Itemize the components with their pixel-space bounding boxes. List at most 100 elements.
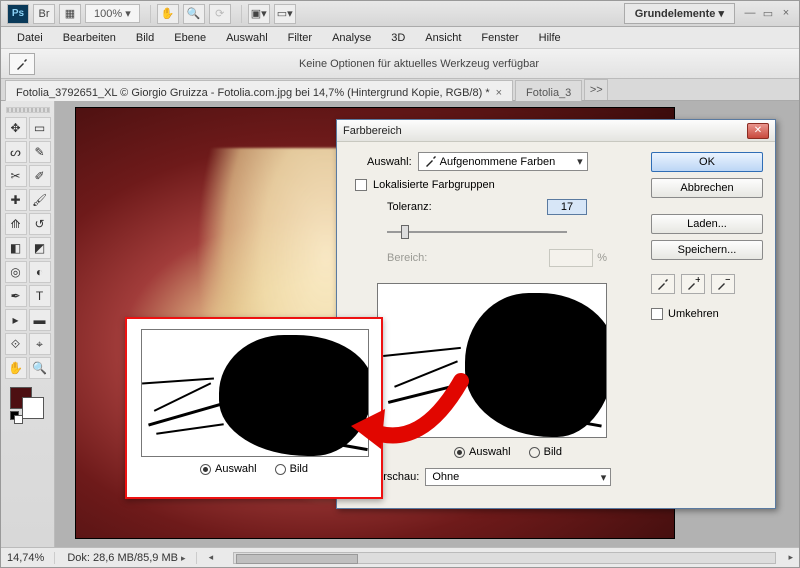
callout-auswahl-radio[interactable]: Auswahl	[200, 463, 257, 475]
menu-filter[interactable]: Filter	[278, 29, 322, 47]
svg-text:+: +	[695, 277, 700, 286]
auswahl-label: Auswahl:	[367, 156, 412, 168]
pen-tool-icon[interactable]: ✒	[5, 285, 27, 307]
lasso-tool-icon[interactable]: ᔕ	[5, 141, 27, 163]
menu-datei[interactable]: Datei	[7, 29, 53, 47]
bereich-unit: %	[597, 252, 607, 264]
eyedropper-sample-icon[interactable]	[651, 274, 675, 294]
bridge-icon[interactable]: Br	[33, 4, 55, 24]
arrange-docs-icon[interactable]: ▣▾	[248, 4, 270, 24]
menu-hilfe[interactable]: Hilfe	[529, 29, 571, 47]
ok-button[interactable]: OK	[651, 152, 763, 172]
brush-tool-icon[interactable]: 🖌	[29, 189, 51, 211]
toleranz-input[interactable]: 17	[547, 199, 587, 215]
menu-bar: Datei Bearbeiten Bild Ebene Auswahl Filt…	[1, 27, 799, 49]
window-minimize-icon[interactable]: —	[743, 7, 757, 20]
crop-tool-icon[interactable]: ✂	[5, 165, 27, 187]
options-bar-message: Keine Optionen für aktuelles Werkzeug ve…	[47, 58, 791, 70]
auswahl-dropdown[interactable]: Aufgenommene Farben	[418, 152, 588, 171]
eraser-tool-icon[interactable]: ◧	[5, 237, 27, 259]
horizontal-scrollbar[interactable]	[233, 552, 776, 564]
scroll-right-icon[interactable]: ▸	[788, 552, 793, 563]
type-tool-icon[interactable]: T	[29, 285, 51, 307]
path-select-tool-icon[interactable]: ▸	[5, 309, 27, 331]
color-range-dialog: Farbbereich ✕ Auswahl: Aufgenommene Farb…	[336, 119, 776, 509]
cancel-button[interactable]: Abbrechen	[651, 178, 763, 198]
menu-bearbeiten[interactable]: Bearbeiten	[53, 29, 126, 47]
vorschau-dropdown[interactable]: Ohne	[425, 468, 611, 486]
dialog-close-button[interactable]: ✕	[747, 123, 769, 139]
toolbox: ✥ ▭ ᔕ ✎ ✂ ✐ ✚ 🖌 ⟰ ↺ ◧ ◩ ◎ ◐ ✒ T ▸ ▬ ⟐ ⌖ …	[1, 101, 55, 547]
status-zoom[interactable]: 14,74%	[7, 552, 55, 564]
dialog-title-bar[interactable]: Farbbereich ✕	[337, 120, 775, 142]
window-maximize-icon[interactable]: ▭	[761, 7, 775, 20]
toleranz-label: Toleranz:	[387, 201, 432, 213]
document-tab-label: Fotolia_3792651_XL © Giorgio Gruizza - F…	[16, 87, 490, 99]
preview-mode-auswahl-radio[interactable]: Auswahl	[454, 446, 511, 458]
zoom-level-dropdown[interactable]: 100% ▾	[85, 4, 140, 23]
rotate-view-icon[interactable]: ⟳	[209, 4, 231, 24]
hand-tool-icon[interactable]: ✋	[5, 357, 27, 379]
title-bar: Ps Br ▦ 100% ▾ ✋ 🔍 ⟳ ▣▾ ▭▾ Grundelemente…	[1, 1, 799, 27]
dodge-tool-icon[interactable]: ◐	[29, 261, 51, 283]
menu-ansicht[interactable]: Ansicht	[415, 29, 471, 47]
menu-bild[interactable]: Bild	[126, 29, 164, 47]
menu-analyse[interactable]: Analyse	[322, 29, 381, 47]
3d-camera-tool-icon[interactable]: ⌖	[29, 333, 51, 355]
localized-colors-checkbox[interactable]	[355, 179, 367, 191]
blur-tool-icon[interactable]: ◎	[5, 261, 27, 283]
marquee-tool-icon[interactable]: ▭	[29, 117, 51, 139]
eyedropper-tool-icon[interactable]: ✐	[29, 165, 51, 187]
screen-mode-icon[interactable]: ▭▾	[274, 4, 296, 24]
bereich-input	[549, 249, 593, 267]
bereich-label: Bereich:	[387, 252, 427, 264]
selection-preview[interactable]	[377, 283, 607, 438]
default-colors-icon[interactable]	[10, 411, 20, 421]
history-brush-tool-icon[interactable]: ↺	[29, 213, 51, 235]
hand-tool-icon[interactable]: ✋	[157, 4, 179, 24]
gradient-tool-icon[interactable]: ◩	[29, 237, 51, 259]
minibridge-icon[interactable]: ▦	[59, 4, 81, 24]
current-tool-icon[interactable]	[9, 53, 35, 75]
zoom-tool-icon[interactable]: 🔍	[29, 357, 51, 379]
eyedropper-subtract-icon[interactable]: −	[711, 274, 735, 294]
dialog-title: Farbbereich	[343, 125, 747, 137]
invert-label: Umkehren	[668, 308, 719, 320]
scroll-left-icon[interactable]: ◂	[209, 552, 214, 563]
move-tool-icon[interactable]: ✥	[5, 117, 27, 139]
menu-3d[interactable]: 3D	[381, 29, 415, 47]
3d-tool-icon[interactable]: ⟐	[5, 333, 27, 355]
window-close-icon[interactable]: ×	[779, 7, 793, 20]
document-tab-active[interactable]: Fotolia_3792651_XL © Giorgio Gruizza - F…	[5, 80, 513, 101]
menu-fenster[interactable]: Fenster	[471, 29, 528, 47]
eyedropper-add-icon[interactable]: +	[681, 274, 705, 294]
options-bar: Keine Optionen für aktuelles Werkzeug ve…	[1, 49, 799, 79]
shape-tool-icon[interactable]: ▬	[29, 309, 51, 331]
load-button[interactable]: Laden...	[651, 214, 763, 234]
save-button[interactable]: Speichern...	[651, 240, 763, 260]
tabs-overflow-button[interactable]: >>	[584, 79, 608, 100]
status-bar: 14,74% Dok: 28,6 MB/85,9 MB ▸ ◂ ▸	[1, 547, 799, 567]
invert-checkbox[interactable]	[651, 308, 663, 320]
toleranz-slider[interactable]	[387, 223, 567, 241]
status-doc-size[interactable]: Dok: 28,6 MB/85,9 MB ▸	[67, 552, 196, 564]
ps-logo-icon: Ps	[7, 4, 29, 24]
zoom-tool-icon[interactable]: 🔍	[183, 4, 205, 24]
menu-ebene[interactable]: Ebene	[164, 29, 216, 47]
svg-text:−: −	[725, 277, 730, 286]
callout-bild-radio[interactable]: Bild	[275, 463, 308, 475]
document-tab-label: Fotolia_3	[526, 87, 571, 99]
preview-mode-bild-radio[interactable]: Bild	[529, 446, 562, 458]
quick-select-tool-icon[interactable]: ✎	[29, 141, 51, 163]
close-tab-icon[interactable]: ×	[496, 87, 502, 99]
document-tab-inactive[interactable]: Fotolia_3	[515, 80, 582, 101]
stamp-tool-icon[interactable]: ⟰	[5, 213, 27, 235]
background-color-swatch[interactable]	[22, 397, 44, 419]
callout-preview-inset: Auswahl Bild	[125, 317, 383, 499]
menu-auswahl[interactable]: Auswahl	[216, 29, 278, 47]
toolbox-grip[interactable]	[6, 107, 50, 113]
color-swatches[interactable]	[8, 385, 48, 419]
document-tabs: Fotolia_3792651_XL © Giorgio Gruizza - F…	[1, 79, 799, 101]
healing-tool-icon[interactable]: ✚	[5, 189, 27, 211]
workspace-switcher[interactable]: Grundelemente ▾	[624, 3, 735, 24]
